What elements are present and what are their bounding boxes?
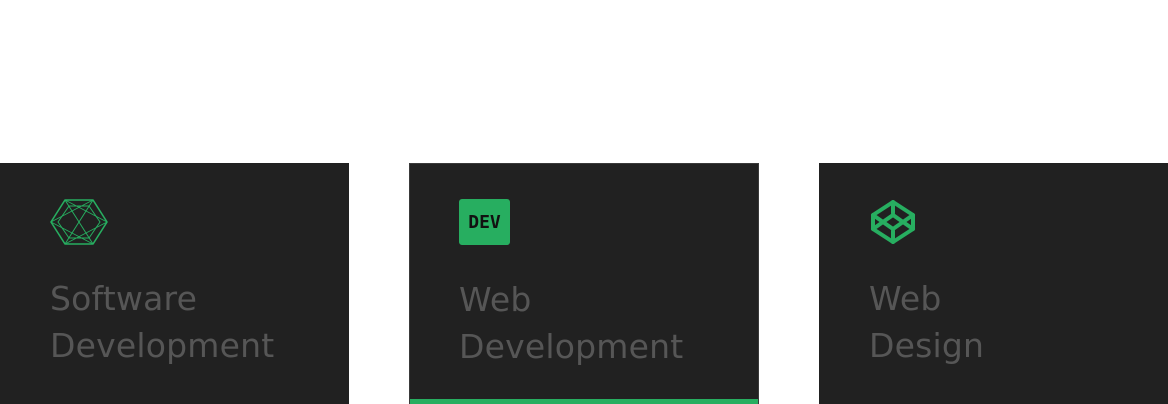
service-title-line: Web xyxy=(869,279,942,318)
service-title-line: Design xyxy=(869,326,985,365)
dev-badge-text: DEV xyxy=(459,199,510,245)
service-title-line: Software xyxy=(50,279,198,318)
service-title: Software Development xyxy=(50,275,274,369)
codepen-cube-icon xyxy=(869,198,929,246)
service-title-line: Development xyxy=(50,326,275,365)
service-title-line: Web xyxy=(459,280,532,319)
hexagon-lattice-icon xyxy=(50,198,110,246)
service-card-web-development[interactable]: DEV Web Development xyxy=(409,163,759,404)
service-title: Web Development xyxy=(459,276,683,370)
service-title: Web Design xyxy=(869,275,984,369)
service-card-web-design[interactable]: Web Design xyxy=(819,163,1168,404)
services-section: Software Development DEV Web Development xyxy=(0,0,1168,404)
service-title-line: Development xyxy=(459,327,684,366)
service-card-software-development[interactable]: Software Development xyxy=(0,163,349,404)
active-indicator-bar xyxy=(410,399,758,404)
dev-logo-icon: DEV xyxy=(459,199,519,247)
